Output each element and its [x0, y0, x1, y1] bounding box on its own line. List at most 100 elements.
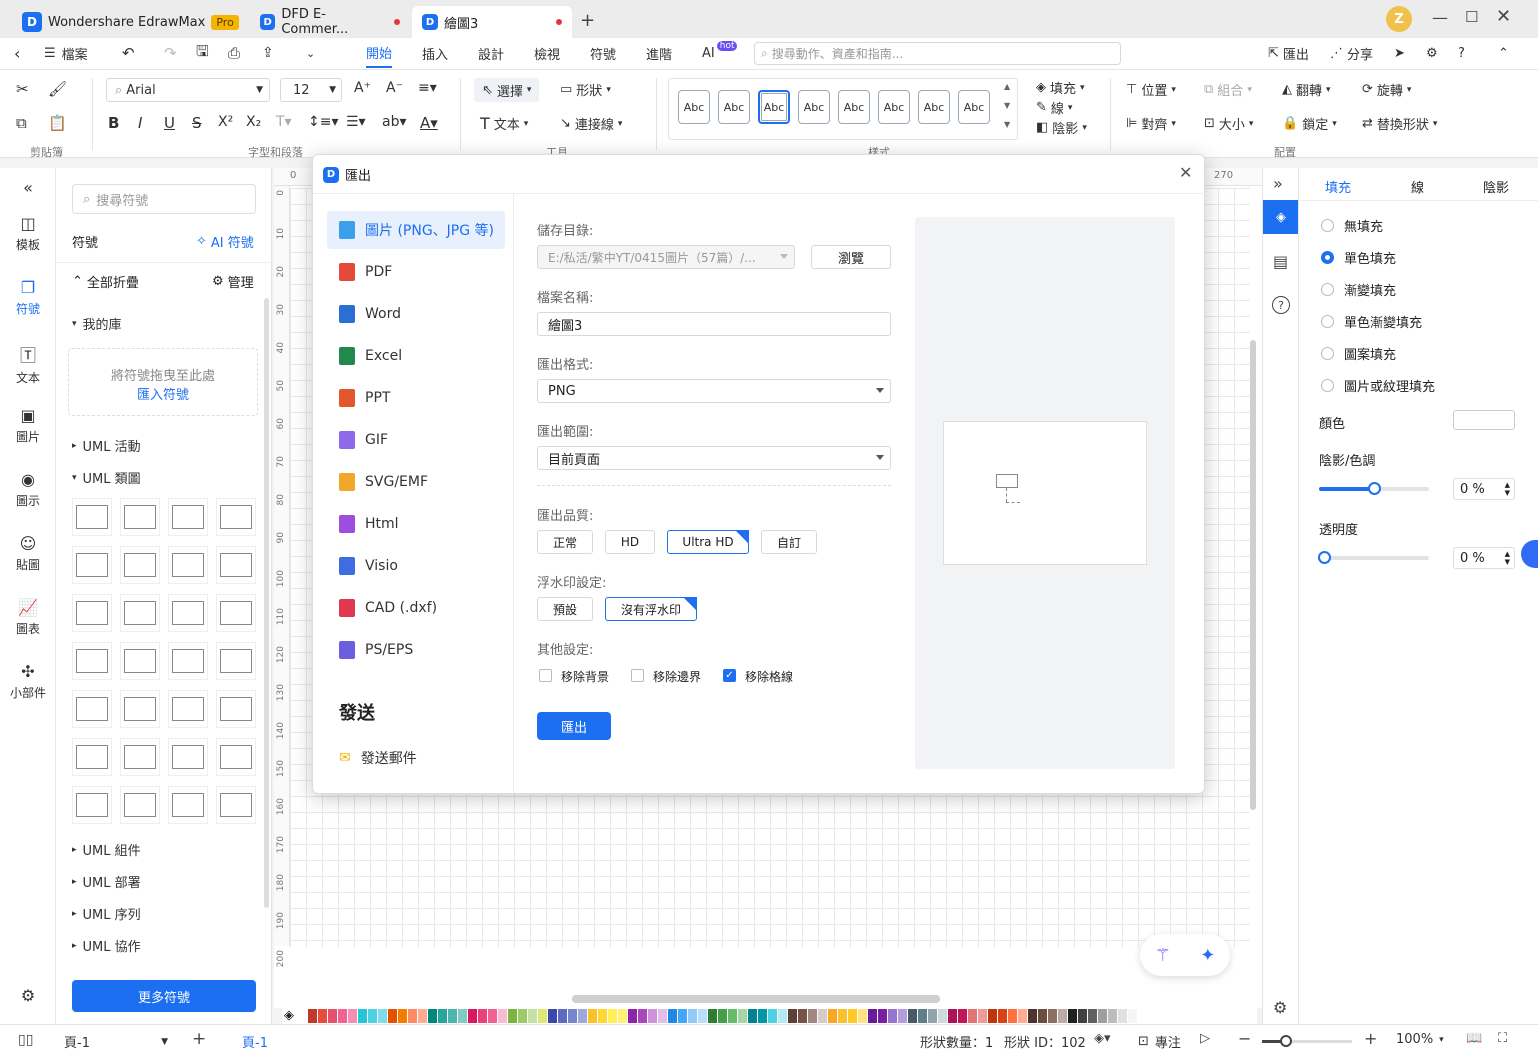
- uml-class-shape[interactable]: [120, 642, 160, 680]
- color-swatch[interactable]: [958, 1009, 967, 1023]
- color-swatch[interactable]: [498, 1009, 507, 1023]
- browse-button[interactable]: 瀏覽: [811, 245, 891, 269]
- color-swatch[interactable]: [788, 1009, 797, 1023]
- quality-hd[interactable]: HD: [605, 530, 655, 554]
- color-swatch[interactable]: [528, 1009, 537, 1023]
- text-tool[interactable]: T 文本 ▾: [480, 114, 528, 133]
- position-button[interactable]: ⊤ 位置 ▾: [1126, 80, 1176, 99]
- slider-thumb[interactable]: [1368, 482, 1381, 495]
- color-swatch[interactable]: [448, 1009, 457, 1023]
- maximize-icon[interactable]: ☐: [1465, 8, 1478, 26]
- color-swatch[interactable]: [438, 1009, 447, 1023]
- tab-advanced[interactable]: 進階: [646, 38, 672, 68]
- color-swatch[interactable]: [468, 1009, 477, 1023]
- fill-option[interactable]: 單色填充: [1321, 248, 1396, 267]
- settings-icon[interactable]: ⚙: [1426, 38, 1438, 68]
- color-swatch[interactable]: [598, 1009, 607, 1023]
- uml-class-shape[interactable]: [72, 738, 112, 776]
- replace-shape-button[interactable]: ⇄ 替換形狀 ▾: [1362, 114, 1437, 133]
- tab-home[interactable]: 開始: [366, 38, 393, 68]
- color-swatch[interactable]: [518, 1009, 527, 1023]
- search-input[interactable]: ⌕ 搜尋動作、資產和指南...: [754, 42, 1121, 65]
- uml-class-shape[interactable]: [120, 738, 160, 776]
- group-button[interactable]: ⧉ 組合 ▾: [1204, 80, 1252, 99]
- uml-class-shape[interactable]: [120, 546, 160, 584]
- quality-custom[interactable]: 自訂: [761, 530, 817, 554]
- page-panel-icon[interactable]: ▤: [1273, 252, 1288, 271]
- font-size-select[interactable]: 12 ▼: [280, 78, 342, 102]
- style-swatch[interactable]: Abc: [678, 90, 710, 124]
- quality-normal[interactable]: 正常: [537, 530, 593, 554]
- watermark-default[interactable]: 預設: [537, 597, 593, 621]
- color-swatch[interactable]: [878, 1009, 887, 1023]
- color-swatch[interactable]: [1108, 1009, 1117, 1023]
- color-swatch[interactable]: [1118, 1009, 1127, 1023]
- color-swatch[interactable]: [1078, 1009, 1087, 1023]
- radio-button[interactable]: [1321, 315, 1334, 328]
- tab-design[interactable]: 設計: [478, 38, 504, 68]
- format-option[interactable]: CAD (.dxf): [327, 589, 505, 627]
- slider-thumb[interactable]: [1280, 1035, 1292, 1047]
- color-swatch[interactable]: [388, 1009, 397, 1023]
- color-swatch[interactable]: [978, 1009, 987, 1023]
- export-submit-button[interactable]: 匯出: [537, 712, 611, 740]
- tab-shadow[interactable]: 陰影: [1483, 177, 1509, 196]
- color-swatch[interactable]: [1068, 1009, 1077, 1023]
- color-swatch[interactable]: [428, 1009, 437, 1023]
- color-swatch[interactable]: [398, 1009, 407, 1023]
- color-swatch[interactable]: [948, 1009, 957, 1023]
- color-swatch[interactable]: [638, 1009, 647, 1023]
- style-swatch[interactable]: Abc: [718, 90, 750, 124]
- format-option[interactable]: GIF: [327, 421, 505, 459]
- color-swatch[interactable]: [678, 1009, 687, 1023]
- save-icon[interactable]: 🖫: [196, 38, 209, 68]
- color-swatch[interactable]: [898, 1009, 907, 1023]
- uml-class-shape[interactable]: [168, 690, 208, 728]
- uml-class-shape[interactable]: [120, 786, 160, 824]
- color-swatch[interactable]: [1038, 1009, 1047, 1023]
- radio-button[interactable]: [1321, 283, 1334, 296]
- range-select[interactable]: 目前頁面: [537, 446, 891, 470]
- uml-class-shape[interactable]: [120, 498, 160, 536]
- tab-view[interactable]: 檢視: [534, 38, 560, 68]
- color-swatch[interactable]: [698, 1009, 707, 1023]
- book-view-icon[interactable]: 📖: [1466, 1031, 1482, 1046]
- fill-button[interactable]: ◈ 填充 ▾: [1036, 78, 1085, 97]
- remove-background-checkbox[interactable]: [539, 669, 552, 682]
- filename-input[interactable]: 繪圖3: [537, 312, 891, 336]
- collapse-all-button[interactable]: ⌃ 全部折疊: [72, 272, 139, 291]
- tab-drawing3[interactable]: D 繪圖3: [412, 6, 572, 38]
- color-swatch[interactable]: [928, 1009, 937, 1023]
- new-tab-plus-icon[interactable]: +: [580, 10, 595, 31]
- format-option[interactable]: Excel: [327, 337, 505, 375]
- color-swatch[interactable]: [418, 1009, 427, 1023]
- color-swatch[interactable]: [758, 1009, 767, 1023]
- select-tool[interactable]: ⇖ 選擇 ▾: [474, 78, 540, 102]
- focus-mode-button[interactable]: ⊡ 專注: [1138, 1032, 1181, 1051]
- color-swatch[interactable]: [648, 1009, 657, 1023]
- rail-icons[interactable]: ◉ 圖示: [0, 470, 56, 509]
- symbol-search-input[interactable]: ⌕ 搜尋符號: [72, 184, 256, 214]
- tab-fill[interactable]: 填充: [1325, 177, 1351, 196]
- connector-tool[interactable]: ↘ 連接線 ▾: [560, 114, 622, 133]
- redo-icon[interactable]: ↷: [164, 38, 177, 68]
- underline-icon[interactable]: U: [164, 114, 175, 132]
- dialog-close-icon[interactable]: ✕: [1179, 163, 1192, 182]
- magic-wand-icon[interactable]: ⚚: [1155, 945, 1171, 966]
- format-select[interactable]: PNG: [537, 379, 891, 403]
- add-page-icon[interactable]: +: [192, 1029, 206, 1049]
- color-swatch[interactable]: [1098, 1009, 1107, 1023]
- uml-class-shape[interactable]: [72, 642, 112, 680]
- increase-font-icon[interactable]: A⁺: [354, 80, 371, 96]
- color-swatch[interactable]: [1058, 1009, 1067, 1023]
- color-swatch[interactable]: [658, 1009, 667, 1023]
- library-uml-class[interactable]: ▾ UML 類圖: [72, 468, 141, 487]
- format-option[interactable]: PDF: [327, 253, 505, 291]
- color-swatch[interactable]: [628, 1009, 637, 1023]
- rail-symbols[interactable]: ❐ 符號: [0, 278, 56, 317]
- rail-settings-icon[interactable]: ⚙: [0, 986, 56, 1005]
- style-swatch-selected[interactable]: Abc: [758, 90, 790, 124]
- fill-option[interactable]: 漸變填充: [1321, 280, 1396, 299]
- font-color-icon[interactable]: A▾: [420, 114, 438, 132]
- tint-slider[interactable]: [1319, 482, 1429, 495]
